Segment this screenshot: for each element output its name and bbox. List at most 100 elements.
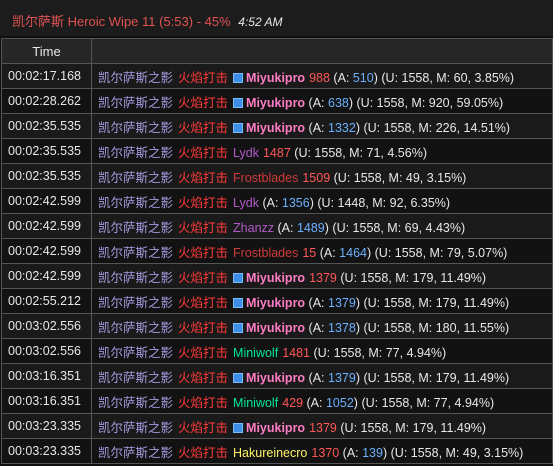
source-name[interactable]: 凯尔萨斯之影 [98,96,173,110]
event-description: 凯尔萨斯之影 火焰打击 Miyukipro 1379 (U: 1558, M: 179… [91,413,553,439]
source-name[interactable]: 凯尔萨斯之影 [98,271,173,285]
absorb-amount: 139 [362,445,383,460]
table-row[interactable]: 00:02:42.599 凯尔萨斯之影 火焰打击 Zhanzz (A: 1489) (… [1,213,553,239]
target-name[interactable]: Miyukipro [246,71,305,85]
table-row[interactable]: 00:02:17.168 凯尔萨斯之影 火焰打击 Miyukipro 988 (A: 5… [1,63,553,89]
ability-name[interactable]: 火焰打击 [178,246,228,260]
source-name[interactable]: 凯尔萨斯之影 [98,396,173,410]
target-name[interactable]: Miyukipro [246,121,305,135]
ability-name[interactable]: 火焰打击 [178,346,228,360]
source-name[interactable]: 凯尔萨斯之影 [98,196,173,210]
source-name[interactable]: 凯尔萨斯之影 [98,371,173,385]
source-name[interactable]: 凯尔萨斯之影 [98,446,173,460]
absorb-label: (A: [339,445,363,460]
event-time: 00:02:42.599 [1,213,92,239]
target-name[interactable]: Miniwolf [233,396,278,410]
target-name[interactable]: Frostblades [233,171,298,185]
table-row[interactable]: 00:03:02.556 凯尔萨斯之影 火焰打击 Miniwolf 1481 (U: 1… [1,338,553,364]
table-row[interactable]: 00:02:55.212 凯尔萨斯之影 火焰打击 Miyukipro (A: 1379… [1,288,553,314]
ability-name[interactable]: 火焰打击 [178,121,228,135]
target-name[interactable]: Miyukipro [246,321,305,335]
ability-name[interactable]: 火焰打击 [178,396,228,410]
event-description: 凯尔萨斯之影 火焰打击 Miyukipro (A: 1379) (U: 1558, … [91,363,553,389]
target-name[interactable]: Miyukipro [246,296,305,310]
ability-name[interactable]: 火焰打击 [178,96,228,110]
table-row[interactable]: 00:03:16.351 凯尔萨斯之影 火焰打击 Miyukipro (A: 1379… [1,363,553,389]
absorb-amount: 1379 [328,295,356,310]
source-name[interactable]: 凯尔萨斯之影 [98,221,173,235]
target-name[interactable]: Miyukipro [246,271,305,285]
table-row[interactable]: 00:02:35.535 凯尔萨斯之影 火焰打击 Miyukipro (A: 1332… [1,113,553,139]
table-row[interactable]: 00:03:16.351 凯尔萨斯之影 火焰打击 Miniwolf 429 (A: 10… [1,388,553,414]
table-row[interactable]: 00:02:42.599 凯尔萨斯之影 火焰打击 Miyukipro 1379 (U: … [1,263,553,289]
target-name[interactable]: Miniwolf [233,346,278,360]
damage-amount: 1509 [302,170,331,185]
ability-name[interactable]: 火焰打击 [178,296,228,310]
table-row[interactable]: 00:02:35.535 凯尔萨斯之影 火焰打击 Frostblades 1509 (U… [1,163,553,189]
damage-amount: 1481 [282,345,310,360]
event-time: 00:02:17.168 [1,63,92,89]
absorb-amount: 638 [328,95,349,110]
ability-name[interactable]: 火焰打击 [178,221,228,235]
absorb-label: (A: [316,245,340,260]
event-time: 00:02:28.262 [1,88,92,114]
table-row[interactable]: 00:03:23.335 凯尔萨斯之影 火焰打击 Hakureinecro 1370 (… [1,438,553,464]
target-name[interactable]: Zhanzz [233,221,274,235]
source-name[interactable]: 凯尔萨斯之影 [98,121,173,135]
encounter-title[interactable]: 凯尔萨斯 Heroic Wipe 11 (5:53) - 45% [12,14,231,29]
ability-name[interactable]: 火焰打击 [178,196,228,210]
ability-icon [233,97,244,108]
source-name[interactable]: 凯尔萨斯之影 [98,71,173,85]
absorb-label: (A: [274,220,297,235]
damage-amount: 1487 [262,145,291,160]
target-name[interactable]: Miyukipro [246,371,305,385]
source-name[interactable]: 凯尔萨斯之影 [98,321,173,335]
ability-name[interactable]: 火焰打击 [178,321,228,335]
ability-icon [233,272,244,283]
target-name[interactable]: Miyukipro [246,421,305,435]
event-stats: (U: 1558, M: 49, 3.15%) [333,170,467,185]
event-time: 00:03:16.351 [1,388,92,414]
target-name[interactable]: Hakureinecro [233,446,307,460]
source-name[interactable]: 凯尔萨斯之影 [98,171,173,185]
table-row[interactable]: 00:02:42.599 凯尔萨斯之影 火焰打击 Lydk (A: 1356) (U:… [1,188,553,214]
event-time: 00:02:42.599 [1,188,92,214]
event-stats: (U: 1558, M: 79, 5.07%) [374,245,508,260]
event-description: 凯尔萨斯之影 火焰打击 Lydk (A: 1356) (U: 1448, M: 92… [91,188,553,214]
event-stats: (U: 1558, M: 69, 4.43%) [332,220,466,235]
source-name[interactable]: 凯尔萨斯之影 [98,146,173,160]
source-name[interactable]: 凯尔萨斯之影 [98,246,173,260]
absorb-amount: 1052 [325,395,354,410]
table-row[interactable]: 00:02:35.535 凯尔萨斯之影 火焰打击 Lydk 1487 (U: 1558,… [1,138,553,164]
table-row[interactable]: 00:03:23.335 凯尔萨斯之影 火焰打击 Miyukipro 1379 (U: … [1,413,553,439]
event-time: 00:02:35.535 [1,113,92,139]
source-name[interactable]: 凯尔萨斯之影 [98,296,173,310]
event-description: 凯尔萨斯之影 火焰打击 Miyukipro (A: 1378) (U: 1558, … [91,313,553,339]
absorb-label: (A: [305,295,328,310]
target-name[interactable]: Lydk [233,146,259,160]
ability-name[interactable]: 火焰打击 [178,271,228,285]
absorb-label: (A: [305,370,328,385]
event-time: 00:02:35.535 [1,138,92,164]
absorb-label: (A: [258,195,282,210]
time-column-header[interactable]: Time [1,38,92,64]
event-stats: (U: 1558, M: 179, 11.49%) [340,270,487,285]
absorb-amount: 1332 [328,120,356,135]
ability-name[interactable]: 火焰打击 [178,71,228,85]
ability-name[interactable]: 火焰打击 [178,171,228,185]
table-row[interactable]: 00:02:28.262 凯尔萨斯之影 火焰打击 Miyukipro (A: 638)… [1,88,553,114]
source-name[interactable]: 凯尔萨斯之影 [98,421,173,435]
ability-name[interactable]: 火焰打击 [178,146,228,160]
source-name[interactable]: 凯尔萨斯之影 [98,346,173,360]
target-name[interactable]: Lydk [233,196,259,210]
target-name[interactable]: Miyukipro [246,96,305,110]
table-row[interactable]: 00:02:42.599 凯尔萨斯之影 火焰打击 Frostblades 15 (A: … [1,238,553,264]
ability-name[interactable]: 火焰打击 [178,421,228,435]
event-description: 凯尔萨斯之影 火焰打击 Miyukipro 988 (A: 510) (U: 1558… [91,63,553,89]
ability-name[interactable]: 火焰打击 [178,446,228,460]
table-row[interactable]: 00:03:02.556 凯尔萨斯之影 火焰打击 Miyukipro (A: 1378… [1,313,553,339]
target-name[interactable]: Frostblades [233,246,298,260]
ability-name[interactable]: 火焰打击 [178,371,228,385]
ability-icon [233,72,244,83]
event-description: 凯尔萨斯之影 火焰打击 Miyukipro 1379 (U: 1558, M: 179… [91,263,553,289]
